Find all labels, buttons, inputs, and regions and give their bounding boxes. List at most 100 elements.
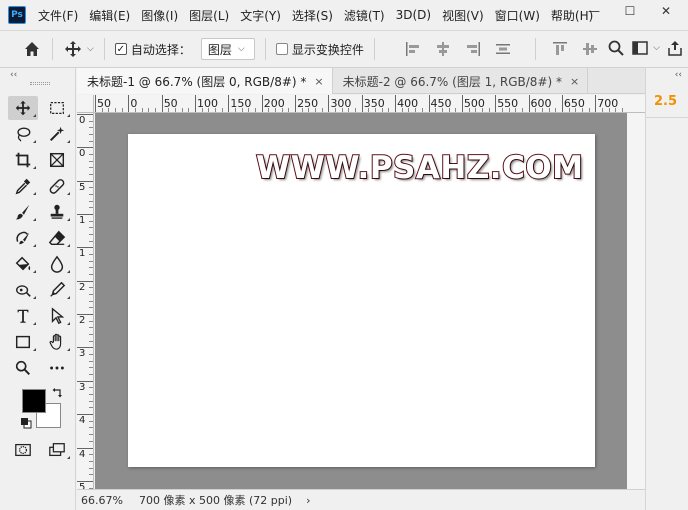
distribute-vertical-icon[interactable] [495, 41, 511, 57]
ruler-minor-tick [581, 108, 583, 112]
auto-select-checkbox[interactable]: ✓ [114, 43, 127, 55]
ruler-minor-tick [89, 320, 93, 322]
horizontal-ruler[interactable]: 50 0 50 100 150 200 250 300 350 400 450 500 550 600 65… [94, 95, 645, 113]
pen-tool[interactable] [42, 278, 72, 302]
dodge-tool[interactable] [8, 278, 38, 302]
share-icon[interactable] [666, 39, 684, 57]
foreground-color-swatch[interactable] [22, 389, 46, 413]
default-colors-icon[interactable] [20, 417, 32, 429]
history-brush-tool[interactable] [8, 226, 38, 250]
menu-select[interactable]: 选择(S) [292, 7, 333, 24]
chevron-right-icon[interactable]: › [306, 494, 310, 507]
minimize-button[interactable]: — [576, 0, 612, 22]
path-selection-tool[interactable] [42, 304, 72, 328]
lasso-tool[interactable] [8, 122, 38, 146]
blur-tool[interactable] [42, 252, 72, 276]
marquee-tool[interactable] [42, 96, 72, 120]
tools-panel: ‹‹ [0, 68, 76, 510]
magic-wand-tool[interactable] [42, 122, 72, 146]
vertical-ruler[interactable]: 0 0 5 1 1 2 2 3 3 4 4 5 [77, 113, 94, 489]
document-tabs: 未标题-1 @ 66.7% (图层 0, RGB/8#) * × 未标题-2 @… [77, 68, 645, 94]
zoom-icon [15, 360, 31, 376]
panel-value[interactable]: 2.5 [654, 94, 677, 109]
ruler-minor-tick [89, 440, 93, 442]
align-group [405, 41, 525, 57]
tab-label: 未标题-1 @ 66.7% (图层 0, RGB/8#) * [87, 74, 307, 89]
workspace-icon[interactable] [631, 39, 649, 57]
panel-grip[interactable] [30, 82, 50, 85]
ruler-origin[interactable] [77, 95, 94, 113]
eyedropper-tool[interactable] [8, 174, 38, 198]
ruler-minor-tick [501, 108, 503, 112]
menu-layer[interactable]: 图层(L) [189, 7, 229, 24]
menu-file[interactable]: 文件(F) [38, 7, 78, 24]
clone-stamp-tool[interactable] [42, 200, 72, 224]
ruler-label: 3 [79, 348, 86, 360]
canvas-text-layer[interactable]: WWW.PSAHZ.COM [255, 149, 584, 187]
menu-window[interactable]: 窗口(W) [495, 7, 540, 24]
move-tool[interactable] [8, 96, 38, 120]
zoom-tool[interactable] [8, 356, 38, 380]
ruler-minor-tick [101, 108, 103, 112]
document-canvas[interactable]: WWW.PSAHZ.COM [128, 134, 595, 467]
brush-tool[interactable] [8, 200, 38, 224]
ruler-minor-tick [448, 108, 450, 112]
align-right-icon[interactable] [465, 41, 481, 57]
collapse-tools-icon[interactable]: ‹‹ [10, 70, 17, 80]
close-icon[interactable]: × [314, 75, 323, 88]
ruler-minor-tick [89, 194, 93, 196]
menu-filter[interactable]: 滤镜(T) [344, 7, 385, 24]
show-transform-controls-checkbox[interactable] [275, 43, 288, 55]
move-icon [15, 100, 31, 116]
zoom-level[interactable]: 66.67% [81, 494, 127, 507]
ruler-minor-tick [89, 360, 93, 362]
menu-3d[interactable]: 3D(D) [396, 8, 431, 22]
ruler-minor-tick [89, 367, 93, 369]
ruler-minor-tick [435, 108, 437, 112]
type-tool[interactable] [8, 304, 38, 328]
restore-button[interactable]: ☐ [612, 0, 648, 22]
ruler-minor-tick [89, 434, 93, 436]
edit-toolbar-button[interactable] [42, 356, 72, 380]
paint-bucket-tool[interactable] [8, 252, 38, 276]
expand-panels-icon[interactable]: ‹‹ [675, 70, 682, 80]
document-info: 700 像素 x 500 像素 (72 ppi) [139, 494, 293, 507]
ruler-minor-tick [221, 108, 223, 112]
home-icon[interactable] [22, 39, 42, 59]
ruler-minor-tick [89, 327, 93, 329]
ruler-minor-tick [89, 160, 93, 162]
rectangle-icon [15, 335, 31, 349]
frame-tool[interactable] [42, 148, 72, 172]
swap-colors-icon[interactable] [52, 386, 64, 398]
eraser-tool[interactable] [42, 226, 72, 250]
close-button[interactable]: ✕ [648, 0, 684, 22]
healing-brush-tool[interactable] [42, 174, 72, 198]
align-left-icon[interactable] [405, 41, 421, 57]
align-vertical-center-icon[interactable] [582, 41, 598, 57]
workspace-menu-caret-icon[interactable]: ⌵ [653, 43, 660, 53]
close-icon[interactable]: × [570, 75, 579, 88]
crop-tool[interactable] [8, 148, 38, 172]
align-horizontal-center-icon[interactable] [435, 41, 451, 57]
search-icon[interactable] [607, 39, 625, 57]
menu-edit[interactable]: 编辑(E) [89, 7, 130, 24]
menu-view[interactable]: 视图(V) [442, 7, 484, 24]
quick-mask-button[interactable] [8, 438, 38, 462]
auto-select-target-dropdown[interactable]: 图层 ⌵ [200, 38, 255, 60]
move-tool-preset-caret-icon[interactable]: ⌵ [87, 44, 94, 54]
tab-document-1[interactable]: 未标题-1 @ 66.7% (图层 0, RGB/8#) * × [77, 68, 333, 94]
rectangle-tool[interactable] [8, 330, 38, 354]
ruler-minor-tick [208, 108, 210, 112]
menu-image[interactable]: 图像(I) [141, 7, 178, 24]
auto-select-target-value: 图层 [207, 42, 232, 57]
options-right-group: ⌵ [601, 39, 684, 57]
screen-mode-button[interactable] [42, 438, 72, 462]
vertical-scrollbar[interactable] [627, 113, 645, 489]
align-top-icon[interactable] [552, 41, 568, 57]
canvas-workspace[interactable]: WWW.PSAHZ.COM [95, 113, 627, 489]
tab-document-2[interactable]: 未标题-2 @ 66.7% (图层 1, RGB/8#) * × [333, 68, 589, 94]
menu-type[interactable]: 文字(Y) [240, 7, 281, 24]
move-tool-icon[interactable] [63, 39, 83, 59]
ruler-minor-tick [475, 108, 477, 112]
hand-tool[interactable] [42, 330, 72, 354]
